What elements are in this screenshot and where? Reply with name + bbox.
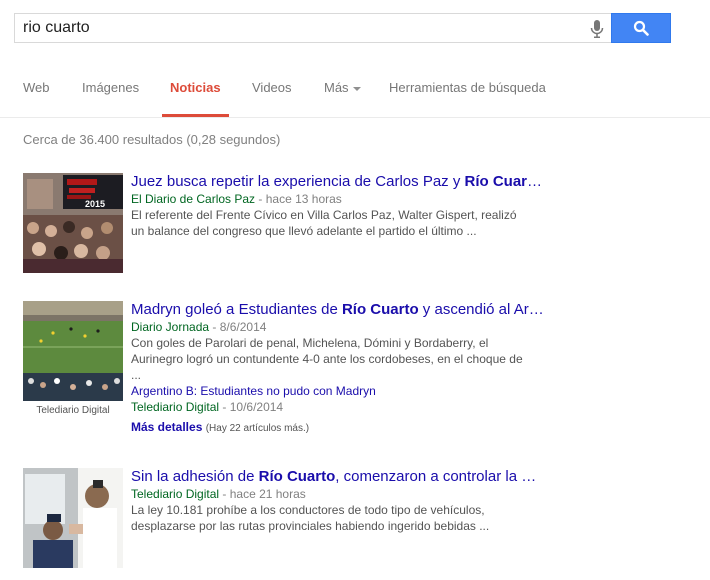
tab-videos[interactable]: Videos xyxy=(252,80,292,95)
result-time: hace 21 horas xyxy=(229,487,306,501)
result-source: Telediario Digital xyxy=(131,487,220,501)
result-time: hace 13 horas xyxy=(265,192,342,206)
result-thumbnail[interactable]: 2015 xyxy=(23,173,123,273)
result-meta: Telediario Digital - hace 21 horas xyxy=(131,487,306,501)
related-article-source: Telediario Digital xyxy=(131,400,220,414)
search-icon xyxy=(633,20,649,36)
caret-down-icon xyxy=(352,86,361,91)
result-stats: Cerca de 36.400 resultados (0,28 segundo… xyxy=(23,132,281,147)
search-box[interactable] xyxy=(14,13,611,43)
related-article-title[interactable]: Argentino B: Estudiantes no pudo con Mad… xyxy=(131,383,571,399)
result-meta: Diario Jornada - 8/6/2014 xyxy=(131,320,267,334)
result-source: El Diario de Carlos Paz xyxy=(131,192,256,206)
tab-images[interactable]: Imágenes xyxy=(82,80,139,95)
microphone-icon[interactable] xyxy=(589,19,605,39)
result-snippet: El referente del Frente Cívico en Villa … xyxy=(131,208,517,238)
result-thumbnail[interactable] xyxy=(23,301,123,401)
result-title[interactable]: Juez busca repetir la experiencia de Car… xyxy=(131,173,571,191)
more-details-link[interactable]: Más detalles xyxy=(131,420,202,434)
tab-search-tools[interactable]: Herramientas de búsqueda xyxy=(389,80,546,95)
related-article-time: 10/6/2014 xyxy=(229,400,284,414)
tab-more[interactable]: Más xyxy=(324,80,361,95)
tab-news[interactable]: Noticias xyxy=(170,80,221,95)
more-articles-count: (Hay 22 artículos más.) xyxy=(205,423,310,434)
thumbnail-caption: Telediario Digital xyxy=(36,405,110,416)
result-time: 8/6/2014 xyxy=(219,320,267,334)
banner-text: 2015 xyxy=(85,199,105,209)
tab-web[interactable]: Web xyxy=(23,80,50,95)
more-details: Más detalles (Hay 22 artículos más.) xyxy=(131,418,571,438)
result-snippet: La ley 10.181 prohíbe a los conductores … xyxy=(131,503,490,533)
result-title[interactable]: Madryn goleó a Estudiantes de Río Cuarto… xyxy=(131,301,571,319)
search-input[interactable] xyxy=(15,14,575,42)
result-source: Diario Jornada xyxy=(131,320,210,334)
result-thumbnail[interactable] xyxy=(23,468,123,568)
search-tabs: Web Imágenes Noticias Videos Más Herrami… xyxy=(0,58,710,118)
related-article-meta: Telediario Digital - 10/6/2014 xyxy=(131,400,284,414)
active-tab-indicator xyxy=(162,114,229,117)
result-title[interactable]: Sin la adhesión de Río Cuarto, comenzaro… xyxy=(131,468,571,486)
result-meta: El Diario de Carlos Paz - hace 13 horas xyxy=(131,192,342,206)
result-snippet: Con goles de Parolari de penal, Michelen… xyxy=(131,336,523,382)
tab-more-label: Más xyxy=(324,80,349,95)
search-button[interactable] xyxy=(611,13,671,43)
